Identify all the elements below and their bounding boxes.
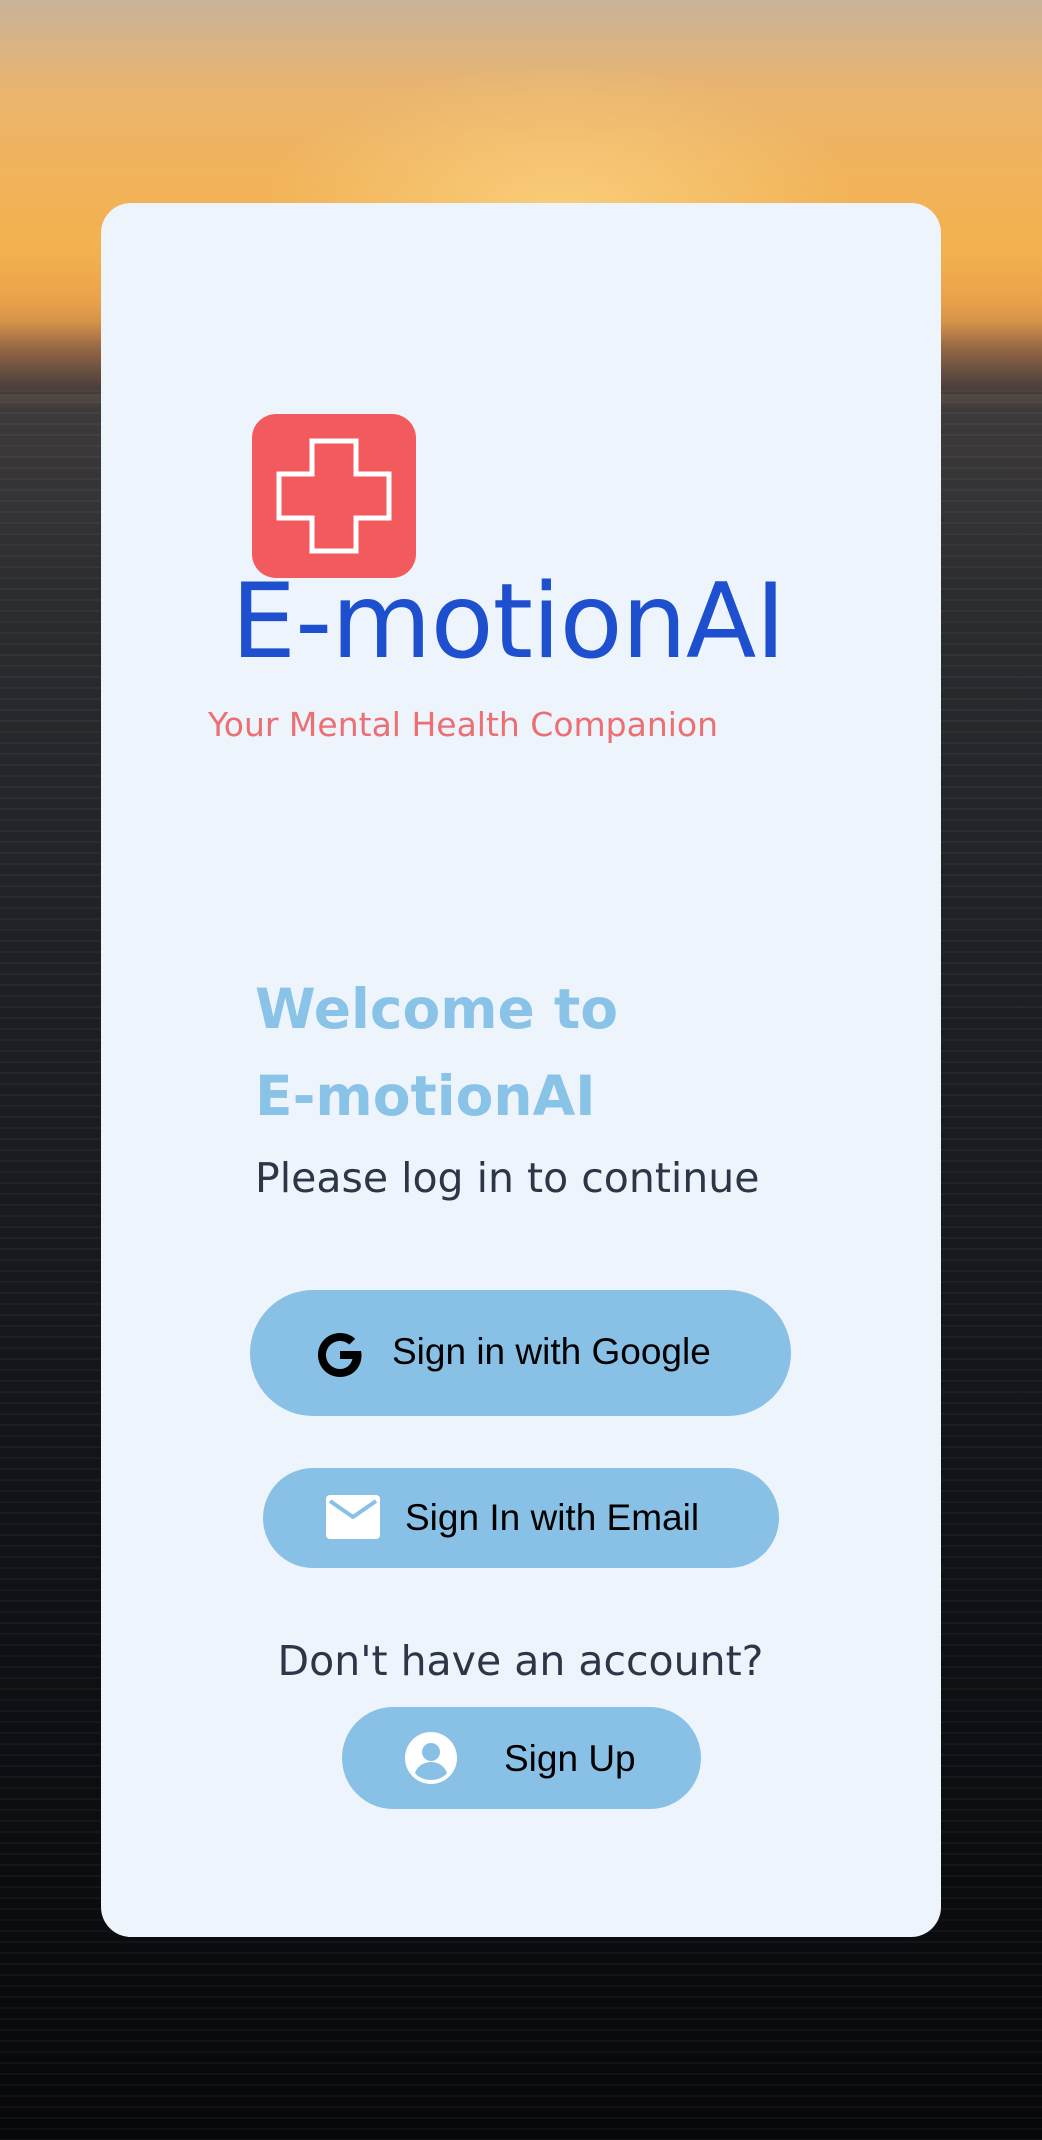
welcome-heading: Welcome to E-motionAI xyxy=(255,966,875,1140)
signup-prompt: Don't have an account? xyxy=(277,1637,764,1685)
welcome-line-2: E-motionAI xyxy=(255,1064,596,1128)
app-name: E-motionAI xyxy=(231,562,786,682)
login-subtitle: Please log in to continue xyxy=(255,1154,760,1202)
google-sign-in-button[interactable]: Sign in with Google xyxy=(250,1290,791,1416)
account-circle-icon xyxy=(405,1732,457,1789)
google-sign-in-label: Sign in with Google xyxy=(392,1331,711,1372)
app-tagline: Your Mental Health Companion xyxy=(208,705,719,744)
login-card: E-motionAI Your Mental Health Companion … xyxy=(101,203,941,1937)
email-sign-in-label: Sign In with Email xyxy=(405,1497,700,1538)
sign-up-label: Sign Up xyxy=(504,1738,636,1779)
mail-icon xyxy=(326,1495,380,1544)
google-icon xyxy=(312,1327,368,1388)
email-sign-in-button[interactable]: Sign In with Email xyxy=(263,1468,779,1568)
medical-cross-icon xyxy=(252,414,416,578)
welcome-line-1: Welcome to xyxy=(255,977,619,1041)
sign-up-button[interactable]: Sign Up xyxy=(342,1707,701,1809)
